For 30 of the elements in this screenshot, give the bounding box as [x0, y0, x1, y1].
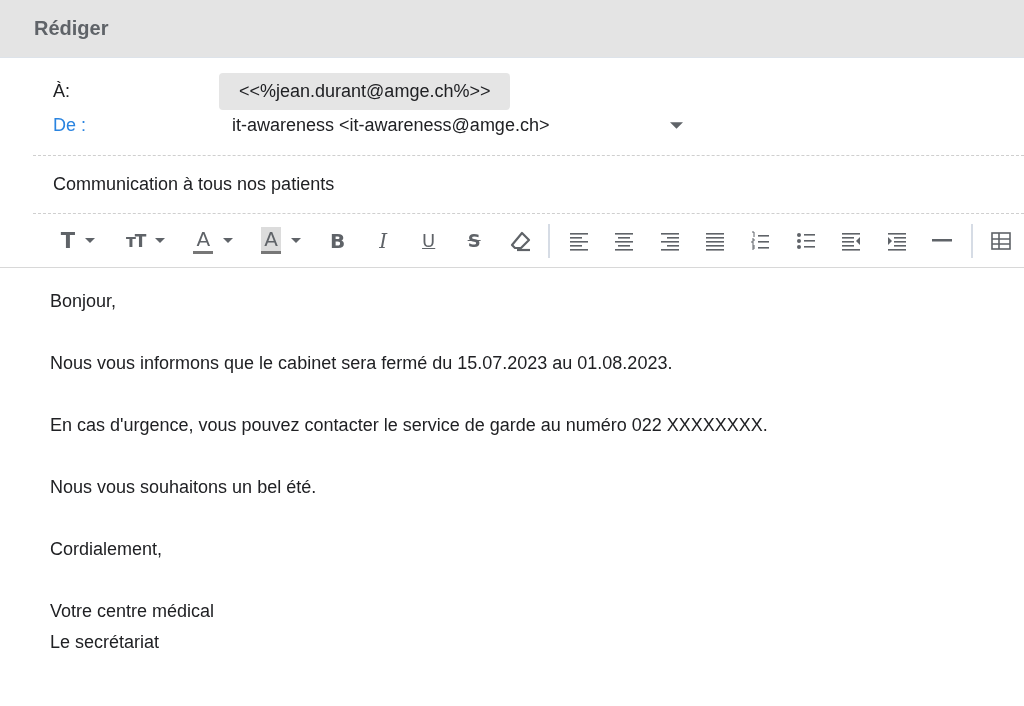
- text-style-button[interactable]: T: [44, 222, 112, 259]
- numbered-list-icon: [749, 229, 772, 252]
- strikethrough-button[interactable]: S: [451, 222, 497, 259]
- font-size-button[interactable]: тT: [111, 222, 180, 259]
- eraser-icon: [508, 229, 531, 252]
- recipient-chip[interactable]: <<%jean.durant@amge.ch%>>: [219, 73, 511, 110]
- body-text: En cas d'urgence, vous pouvez contacter le service de garde au numéro 022 XXXXXXXX.: [50, 414, 769, 437]
- horizontal-rule-icon: [932, 239, 953, 242]
- highlight-button[interactable]: A: [247, 222, 315, 259]
- body-text: Bonjour,: [50, 290, 118, 313]
- caret-icon: [670, 121, 683, 129]
- bold-button[interactable]: B: [314, 222, 361, 259]
- subject-field[interactable]: Communication à tous nos patients: [53, 174, 335, 195]
- from-label: De :: [53, 114, 87, 136]
- underline-button[interactable]: U: [405, 222, 452, 259]
- body-text: Votre centre médical: [50, 600, 216, 623]
- to-label: À:: [53, 81, 71, 102]
- compose-title: Rédiger: [34, 17, 109, 40]
- sender-dropdown[interactable]: it-awareness <it-awareness@amge.ch>: [219, 114, 683, 136]
- caret-icon: [290, 238, 301, 243]
- table-icon: [990, 229, 1013, 252]
- body-text: Le secrétariat: [50, 631, 161, 654]
- caret-icon: [85, 238, 96, 243]
- caret-icon: [223, 238, 234, 243]
- body-text: Nous vous informons que le cabinet sera fermé du 15.07.2023 au 01.08.2023.: [50, 352, 674, 375]
- font-color-button[interactable]: A: [179, 222, 248, 259]
- body-text: Cordialement,: [50, 538, 164, 561]
- italic-button[interactable]: I: [360, 222, 406, 259]
- caret-icon: [155, 238, 166, 243]
- body-text: Nous vous souhaitons un bel été.: [50, 476, 318, 499]
